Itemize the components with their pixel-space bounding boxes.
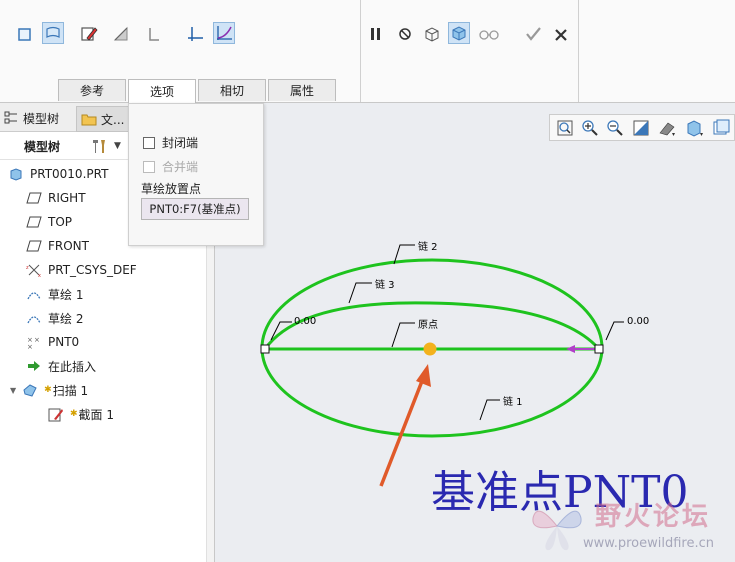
tree-item-pnt0[interactable]: × × × PNT0 <box>26 331 79 353</box>
watermark-title: 野火论坛 <box>595 502 712 532</box>
close-ends-label: 封闭端 <box>162 136 199 150</box>
tree-item-label: 草绘 2 <box>48 311 84 326</box>
tree-item-front[interactable]: FRONT <box>26 235 89 257</box>
tree-item-label: PRT_CSYS_DEF <box>48 263 137 277</box>
verify-glasses-icon[interactable] <box>478 23 500 45</box>
sketch-icon <box>26 286 42 302</box>
display-style-icon[interactable]: ▾ <box>658 119 676 138</box>
preview-shaded-icon[interactable] <box>448 22 470 44</box>
section-icon <box>48 406 64 422</box>
no-preview-icon[interactable] <box>394 23 416 45</box>
tab-properties[interactable]: 属性 <box>268 79 336 101</box>
datum-plane-icon <box>26 238 42 254</box>
tree-item-label: 在此插入 <box>48 359 97 374</box>
datum-plane-icon <box>26 190 42 206</box>
tab-model-tree[interactable]: 模型树 <box>4 106 59 130</box>
expand-triangle-icon[interactable]: ▼ <box>10 386 16 395</box>
model-tree-title: 模型树 <box>24 139 61 154</box>
new-feature-star-icon: ✱ <box>44 385 52 395</box>
svg-text:▾: ▾ <box>700 131 703 137</box>
zoom-in-icon[interactable] <box>581 119 599 137</box>
tree-item-right[interactable]: RIGHT <box>26 187 86 209</box>
part-icon <box>8 166 24 182</box>
sketch-edit-icon[interactable] <box>78 23 100 45</box>
options-panel: 封闭端 合并端 草绘放置点 PNT0:F7(基准点) <box>128 103 264 246</box>
tree-item-label: PNT0 <box>48 335 80 349</box>
svg-text:x: x <box>38 273 41 278</box>
refit-icon[interactable] <box>556 119 574 137</box>
constant-section-icon[interactable] <box>184 23 206 45</box>
tab-folder-label: 文... <box>101 112 125 127</box>
merge-ends-checkbox <box>143 160 155 173</box>
thicken-icon[interactable] <box>143 23 165 45</box>
tree-item-label: 扫描 1 <box>52 383 89 398</box>
saved-orientations-icon[interactable]: ▾ <box>686 119 704 138</box>
zoom-out-icon[interactable] <box>606 119 624 137</box>
datum-plane-icon <box>26 214 42 230</box>
tab-folder-browser[interactable]: 文... <box>76 106 132 132</box>
confirm-check-icon[interactable] <box>522 23 544 45</box>
tree-item-label: 草绘 1 <box>48 287 84 302</box>
svg-text:×: × <box>34 336 40 344</box>
view-toolbar: ▾ ▾ <box>549 114 735 141</box>
pause-icon[interactable] <box>365 23 387 45</box>
chevron-down-icon[interactable]: ▼ <box>114 141 121 151</box>
dashboard-tabs: 参考 选项 相切 属性 <box>58 79 338 103</box>
folder-icon <box>81 112 97 126</box>
tree-item-section1[interactable]: ✱ 截面 1 <box>48 403 114 425</box>
left-value-label[interactable]: 0.00 <box>294 316 316 327</box>
view-manager-icon[interactable] <box>712 119 730 137</box>
tab-options[interactable]: 选项 <box>128 79 196 103</box>
tree-item-label: FRONT <box>48 239 89 253</box>
new-feature-star-icon: ✱ <box>70 409 78 419</box>
butterfly-logo-icon <box>532 510 582 551</box>
variable-section-icon[interactable] <box>213 22 235 44</box>
sketch-placement-collector[interactable]: PNT0:F7(基准点) <box>141 198 249 220</box>
tab-references[interactable]: 参考 <box>58 79 126 101</box>
repaint-icon[interactable] <box>632 119 650 137</box>
tree-item-sketch2[interactable]: 草绘 2 <box>26 307 83 329</box>
chain-1-label: 链 1 <box>503 397 523 408</box>
tab-tangency[interactable]: 相切 <box>198 79 266 101</box>
surface-icon[interactable] <box>42 22 64 44</box>
watermark-url: www.proewildfire.cn <box>583 536 714 551</box>
sweep-icon <box>22 382 38 398</box>
sketch-icon <box>26 310 42 326</box>
chain-2-label: 链 2 <box>418 242 438 253</box>
tree-item-label: TOP <box>48 215 73 229</box>
merge-ends-checkbox-row: 合并端 <box>143 158 198 175</box>
remove-material-icon[interactable] <box>110 23 132 45</box>
tab-model-tree-label: 模型树 <box>23 111 60 126</box>
csys-icon: zx <box>26 262 42 278</box>
solid-icon[interactable] <box>14 23 36 45</box>
svg-text:▾: ▾ <box>672 131 675 137</box>
tree-item-label: RIGHT <box>48 191 86 205</box>
right-value-label[interactable]: 0.00 <box>627 316 649 327</box>
tree-item-insert-here[interactable]: 在此插入 <box>26 355 96 377</box>
tree-item-label: 截面 1 <box>78 407 114 422</box>
cancel-x-icon[interactable] <box>550 24 572 46</box>
svg-text:z: z <box>26 265 29 271</box>
tree-item-top[interactable]: TOP <box>26 211 72 233</box>
close-ends-checkbox[interactable] <box>143 136 155 149</box>
close-ends-checkbox-row[interactable]: 封闭端 <box>143 134 198 151</box>
tree-item-csys[interactable]: zx PRT_CSYS_DEF <box>26 259 137 281</box>
merge-ends-label: 合并端 <box>162 160 199 174</box>
tree-item-sweep1[interactable]: ▼ ✱ 扫描 1 <box>10 379 88 401</box>
tree-settings-icon[interactable] <box>90 137 112 155</box>
tree-item-part[interactable]: PRT0010.PRT <box>8 163 108 185</box>
tree-item-sketch1[interactable]: 草绘 1 <box>26 283 83 305</box>
tree-item-label: PRT0010.PRT <box>30 167 109 181</box>
insert-arrow-icon <box>26 358 42 374</box>
watermark: 野火论坛 www.proewildfire.cn <box>523 492 735 562</box>
sketch-placement-label: 草绘放置点 <box>141 182 202 196</box>
chain-3-label: 链 3 <box>375 280 395 291</box>
tree-tab-icon <box>4 111 18 125</box>
preview-wireframe-icon[interactable] <box>421 23 443 45</box>
svg-text:×: × <box>27 343 33 350</box>
datum-point-icon: × × × <box>26 334 42 350</box>
origin-label: 原点 <box>418 320 438 331</box>
